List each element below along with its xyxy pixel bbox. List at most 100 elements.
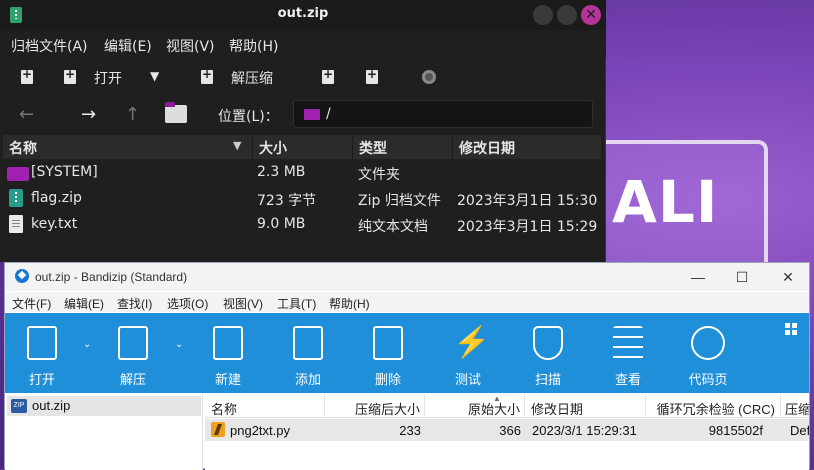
text-file-icon xyxy=(9,215,23,233)
compression-method: Def xyxy=(790,423,809,438)
menu-view[interactable]: 视图(V) xyxy=(223,295,263,312)
file-name: key.txt xyxy=(31,216,78,232)
menu-archive[interactable]: 归档文件(A) xyxy=(11,36,88,56)
test-button[interactable]: ⚡ 测试 xyxy=(442,313,494,393)
file-size: 723 字节 xyxy=(257,193,317,209)
chevron-down-icon[interactable]: ▼ xyxy=(150,69,159,83)
open-button[interactable]: 打开 xyxy=(16,313,68,393)
menu-bar: 文件(F) 编辑(E) 查找(I) 选项(O) 视图(V) 工具(T) 帮助(H… xyxy=(5,292,809,312)
maximize-button[interactable]: ☐ xyxy=(727,266,757,288)
file-list-header: 名称 ▲ 压缩后大小 原始大小 修改日期 循环冗余检验 (CRC) 压缩 xyxy=(205,394,809,418)
kali-logo-text: ALI xyxy=(612,168,719,236)
column-modified-date[interactable]: 修改日期 xyxy=(525,394,646,418)
column-size[interactable]: 大小 xyxy=(253,135,353,159)
add-button[interactable]: 添加 xyxy=(282,313,334,393)
forward-arrow-icon[interactable]: → xyxy=(81,104,96,125)
scan-button[interactable]: 扫描 xyxy=(522,313,574,393)
table-row[interactable]: png2txt.py 233 366 2023/3/1 15:29:31 981… xyxy=(205,419,809,441)
lightning-icon: ⚡ xyxy=(453,326,491,359)
title-bar: out.zip ✕ xyxy=(0,0,606,30)
file-list: 名称 ▲ 压缩后大小 原始大小 修改日期 循环冗余检验 (CRC) 压缩 png… xyxy=(205,394,809,470)
file-row[interactable]: flag.zip 723 字节 Zip 归档文件 2023年3月1日 15:30 xyxy=(3,186,601,212)
navigation-bar: ← → ↑ 位置(L)： / xyxy=(0,98,606,134)
column-name[interactable]: 名称 ▼ xyxy=(3,135,253,159)
zip-icon xyxy=(9,189,23,207)
location-path: / xyxy=(326,106,331,122)
folder-tree: ZIP out.zip xyxy=(5,394,203,470)
menu-bar: 归档文件(A) 编辑(E) 视图(V) 帮助(H) xyxy=(0,30,606,58)
new-button[interactable]: 新建 xyxy=(202,313,254,393)
view-button[interactable]: 查看 xyxy=(602,313,654,393)
file-date: 2023年3月1日 15:30 xyxy=(457,193,598,209)
column-name[interactable]: 名称 xyxy=(205,394,325,418)
extract-button[interactable]: 解压缩 xyxy=(231,68,273,88)
menu-options[interactable]: 选项(O) xyxy=(167,295,208,312)
location-label: 位置(L)： xyxy=(218,109,279,125)
add-file-icon xyxy=(293,326,323,360)
extract-icon[interactable] xyxy=(201,67,213,84)
menu-view[interactable]: 视图(V) xyxy=(166,36,215,56)
column-method[interactable]: 压缩 xyxy=(781,394,809,418)
grid-icon[interactable] xyxy=(785,323,797,335)
extract-icon xyxy=(118,326,148,360)
chevron-down-icon[interactable]: ⌄ xyxy=(175,339,183,350)
menu-help[interactable]: 帮助(H) xyxy=(329,295,370,312)
toolbar: 打开 ⌄ 解压 ⌄ 新建 添加 删除 ⚡ 测试 扫描 查看 代码页 xyxy=(5,313,809,393)
add-file-icon[interactable] xyxy=(322,67,334,84)
file-name: flag.zip xyxy=(31,190,82,206)
location-field[interactable]: / xyxy=(293,100,593,128)
menu-edit[interactable]: 编辑(E) xyxy=(64,295,104,312)
file-name: [SYSTEM] xyxy=(31,164,98,180)
file-size: 2.3 MB xyxy=(257,164,306,180)
add-folder-icon[interactable] xyxy=(366,67,378,84)
file-list-header: 名称 ▼ 大小 类型 修改日期 xyxy=(3,135,601,159)
column-crc[interactable]: 循环冗余检验 (CRC) xyxy=(646,394,781,418)
minimize-button[interactable]: — xyxy=(683,266,713,288)
folder-icon xyxy=(304,109,320,120)
delete-button[interactable]: 删除 xyxy=(362,313,414,393)
compressed-size: 233 xyxy=(399,423,421,438)
menu-tools[interactable]: 工具(T) xyxy=(277,295,316,312)
home-folder-icon[interactable] xyxy=(165,102,187,123)
minimize-button[interactable] xyxy=(533,5,553,25)
column-original-size[interactable]: 原始大小 xyxy=(425,394,525,418)
close-button[interactable]: ✕ xyxy=(581,5,601,25)
new-archive-icon xyxy=(213,326,243,360)
globe-icon xyxy=(691,326,725,360)
toolbar: 打开 ▼ 解压缩 xyxy=(0,60,606,96)
archive-manager-window: out.zip ✕ 归档文件(A) 编辑(E) 视图(V) 帮助(H) 打开 ▼… xyxy=(0,0,606,262)
menu-help[interactable]: 帮助(H) xyxy=(229,36,278,56)
maximize-button[interactable] xyxy=(557,5,577,25)
bandizip-window: out.zip - Bandizip (Standard) — ☐ ✕ 文件(F… xyxy=(4,262,810,470)
file-size: 9.0 MB xyxy=(257,216,306,232)
file-type: 文件夹 xyxy=(358,167,400,183)
column-type[interactable]: 类型 xyxy=(353,135,453,159)
file-row[interactable]: key.txt 9.0 MB 纯文本文档 2023年3月1日 15:29 xyxy=(3,212,601,238)
window-title: out.zip - Bandizip (Standard) xyxy=(35,270,188,284)
menu-find[interactable]: 查找(I) xyxy=(117,295,152,312)
chevron-down-icon[interactable]: ⌄ xyxy=(83,339,91,350)
list-icon xyxy=(613,326,643,360)
original-size: 366 xyxy=(499,423,521,438)
crc-value: 9815502f xyxy=(708,423,763,438)
folder-icon xyxy=(7,167,29,181)
extract-button[interactable]: 解压 xyxy=(107,313,159,393)
file-row[interactable]: [SYSTEM] 2.3 MB 文件夹 xyxy=(3,160,601,186)
tree-item-archive[interactable]: ZIP out.zip xyxy=(7,396,201,416)
new-archive-icon[interactable] xyxy=(21,67,33,84)
open-archive-icon[interactable] xyxy=(64,67,76,84)
close-button[interactable]: ✕ xyxy=(773,266,803,288)
window-title: out.zip xyxy=(277,6,329,21)
up-arrow-icon[interactable]: ↑ xyxy=(125,104,140,125)
close-icon: ✕ xyxy=(585,7,597,23)
menu-edit[interactable]: 编辑(E) xyxy=(104,36,152,56)
codepage-button[interactable]: 代码页 xyxy=(682,313,734,393)
file-type: Zip 归档文件 xyxy=(358,193,441,209)
menu-file[interactable]: 文件(F) xyxy=(12,295,51,312)
title-bar: out.zip - Bandizip (Standard) — ☐ ✕ xyxy=(5,263,809,291)
record-icon[interactable] xyxy=(422,70,436,84)
column-compressed-size[interactable]: ▲ 压缩后大小 xyxy=(325,394,501,418)
open-button[interactable]: 打开 xyxy=(94,68,122,88)
column-date[interactable]: 修改日期 xyxy=(453,135,601,159)
back-arrow-icon[interactable]: ← xyxy=(19,104,34,125)
